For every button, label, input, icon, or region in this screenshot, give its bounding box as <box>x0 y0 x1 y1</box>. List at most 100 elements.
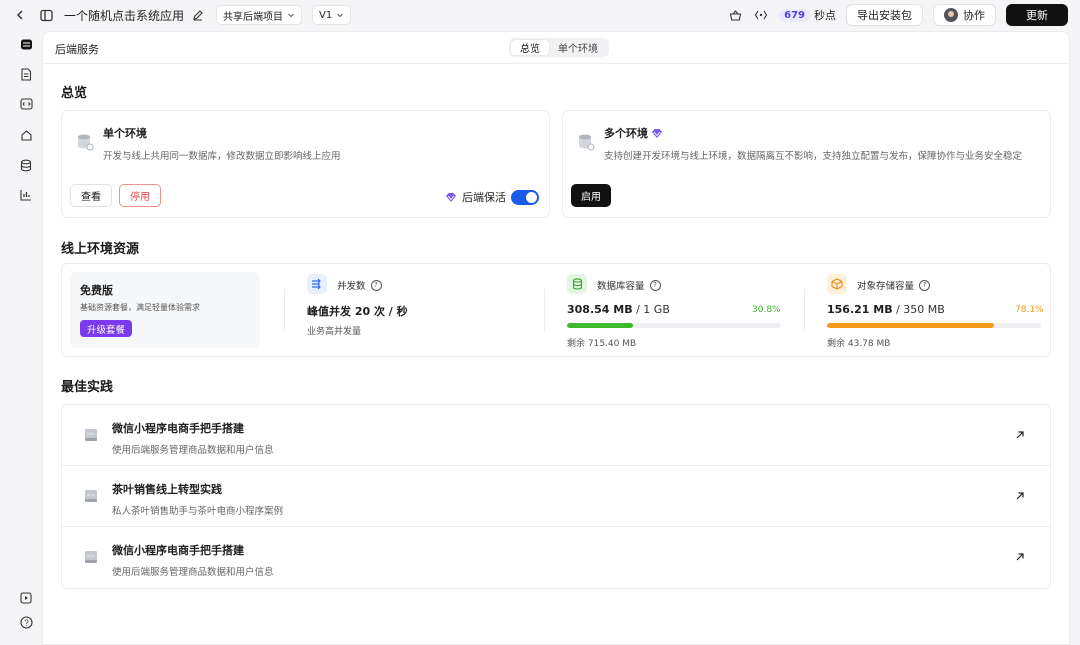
divider <box>804 289 805 331</box>
diamond-premium-icon <box>446 192 456 202</box>
svg-text:</>: </> <box>87 554 95 560</box>
collaborate-button[interactable]: 协作 <box>933 4 996 26</box>
code-book-icon: </> <box>85 551 97 563</box>
multi-env-name: 多个环境 <box>604 127 648 140</box>
single-env-name: 单个环境 <box>103 127 147 140</box>
concurrency-value: 峰值并发 20 次 / 秒 <box>307 305 408 318</box>
single-env-card: 单个环境 开发与线上共用同一数据库，修改数据立即影响线上应用 查看 停用 后端保… <box>61 110 550 218</box>
svg-text:</>: </> <box>87 432 95 438</box>
list-item-title: 茶叶销售线上转型实践 <box>112 483 222 496</box>
tab-overview[interactable]: 总览 <box>511 40 549 55</box>
plan-panel: 免费版 基础资源套餐，满足轻量体验需求 升级套餐 <box>70 272 260 348</box>
multi-env-name-group: 多个环境 <box>604 125 663 141</box>
database-icon[interactable] <box>18 157 34 173</box>
resources-title: 线上环境资源 <box>61 242 140 257</box>
help-question-icon[interactable]: ? <box>18 614 34 630</box>
storage-remaining: 剩余 43.78 MB <box>827 339 891 349</box>
keepalive-switch[interactable] <box>511 189 539 205</box>
external-arrow-icon[interactable] <box>1014 551 1026 563</box>
list-item-desc: 私人茶叶销售助手与茶叶电商小程序案例 <box>112 506 284 517</box>
chart-bars-icon[interactable] <box>18 187 34 203</box>
database-remaining: 剩余 715.40 MB <box>567 339 637 349</box>
storage-progress-bar <box>827 323 1041 328</box>
diamond-premium-icon <box>652 128 662 138</box>
overview-title: 总览 <box>61 86 88 101</box>
database-label-group: 数据库容量 ? <box>597 278 661 292</box>
storage-progress-fill <box>827 323 995 328</box>
divider <box>284 289 285 331</box>
enable-button[interactable]: 启用 <box>571 184 611 207</box>
edit-pencil-icon[interactable] <box>190 7 206 23</box>
update-button[interactable]: 更新 <box>1006 4 1068 26</box>
list-item[interactable]: </> 微信小程序电商手把手搭建 使用后端服务管理商品数据和用户信息 <box>62 405 1050 466</box>
resources-card: 免费版 基础资源套餐，满足轻量体验需求 升级套餐 并发数 ? 峰值并发 20 次… <box>61 263 1051 357</box>
view-tabs: 总览 单个环境 <box>509 38 609 57</box>
play-video-icon[interactable] <box>18 590 34 606</box>
plugin-icon[interactable] <box>18 127 34 143</box>
chevron-down-icon <box>288 13 294 18</box>
best-practices-title: 最佳实践 <box>61 380 114 395</box>
list-item[interactable]: </> 微信小程序电商手把手搭建 使用后端服务管理商品数据和用户信息 <box>62 527 1050 588</box>
list-item-title: 微信小程序电商手把手搭建 <box>112 544 244 557</box>
database-progress-fill <box>567 323 633 328</box>
project-dropdown[interactable]: 共享后端项目 <box>216 5 303 25</box>
external-arrow-icon[interactable] <box>1014 429 1026 441</box>
upgrade-plan-button[interactable]: 升级套餐 <box>80 320 133 337</box>
chevron-down-icon <box>337 13 344 18</box>
avatar <box>944 8 958 22</box>
points-value: 679 <box>779 8 810 22</box>
collaborate-label: 协作 <box>963 9 985 22</box>
sidebar-toggle-icon[interactable] <box>38 7 54 23</box>
concurrency-label-group: 并发数 ? <box>337 278 382 292</box>
help-question-icon[interactable]: ? <box>370 279 382 291</box>
database-stack-icon[interactable] <box>18 36 34 52</box>
main-header: 后端服务 总览 单个环境 <box>43 32 1069 64</box>
external-arrow-icon[interactable] <box>1014 490 1026 502</box>
list-item[interactable]: </> 茶叶销售线上转型实践 私人茶叶销售助手与茶叶电商小程序案例 <box>62 466 1050 527</box>
storage-percent: 78.1% <box>1015 305 1044 315</box>
disable-button[interactable]: 停用 <box>119 184 161 207</box>
concurrency-sub: 业务高并发量 <box>307 327 362 337</box>
list-item-desc: 使用后端服务管理商品数据和用户信息 <box>112 567 274 578</box>
tab-single-env[interactable]: 单个环境 <box>549 40 607 55</box>
concurrency-label: 并发数 <box>337 281 366 292</box>
divider <box>544 289 545 331</box>
storage-label: 对象存储容量 <box>857 281 915 292</box>
plan-name: 免费版 <box>80 284 113 297</box>
database-icon <box>579 134 595 151</box>
svg-text:?: ? <box>24 618 29 627</box>
storage-used: 156.21 MB <box>827 303 893 316</box>
concurrency-icon <box>307 274 327 294</box>
version-dropdown[interactable]: V1 <box>312 5 352 25</box>
app-title: 一个随机点击系统应用 <box>64 8 185 23</box>
view-button[interactable]: 查看 <box>70 184 112 207</box>
multi-env-card: 多个环境 支持创建开发环境与线上环境，数据隔离互不影响，支持独立配置与发布，保障… <box>562 110 1051 218</box>
help-question-icon[interactable]: ? <box>919 279 931 291</box>
storage-total: / 350 MB <box>892 303 945 316</box>
storage-label-group: 对象存储容量 ? <box>857 278 931 292</box>
best-practices-list: </> 微信小程序电商手把手搭建 使用后端服务管理商品数据和用户信息 </> 茶… <box>61 404 1051 589</box>
help-question-icon[interactable]: ? <box>649 279 661 291</box>
storage-box-icon <box>827 274 847 294</box>
multi-env-desc: 支持创建开发环境与线上环境，数据隔离互不影响，支持独立配置与发布，保障协作与业务… <box>604 151 1023 162</box>
database-total: / 1 GB <box>632 303 670 316</box>
code-book-icon: </> <box>85 429 97 441</box>
main-panel: 后端服务 总览 单个环境 总览 单个环境 开发与线上共用同一数据库，修改数据立即… <box>42 31 1070 645</box>
points-display: 679 秒点 <box>779 7 836 23</box>
basket-icon[interactable] <box>727 7 743 23</box>
version-dropdown-label: V1 <box>319 9 333 21</box>
keepalive-label: 后端保活 <box>462 191 506 204</box>
code-brackets-icon[interactable] <box>753 7 769 23</box>
back-chevron-icon[interactable] <box>12 7 28 23</box>
top-bar: 一个随机点击系统应用 共享后端项目 V1 679 秒点 导出安装包 协作 更新 <box>0 0 1080 30</box>
database-percent: 30.8% <box>752 305 781 315</box>
document-icon[interactable] <box>18 66 34 82</box>
keepalive-toggle-group: 后端保活 <box>445 189 539 205</box>
database-icon <box>78 134 94 151</box>
export-package-button[interactable]: 导出安装包 <box>846 4 923 26</box>
database-label: 数据库容量 <box>597 281 645 292</box>
database-capacity-icon <box>567 274 587 294</box>
plan-desc: 基础资源套餐，满足轻量体验需求 <box>80 303 200 312</box>
monitor-code-icon[interactable] <box>18 96 34 112</box>
list-item-title: 微信小程序电商手把手搭建 <box>112 422 244 435</box>
